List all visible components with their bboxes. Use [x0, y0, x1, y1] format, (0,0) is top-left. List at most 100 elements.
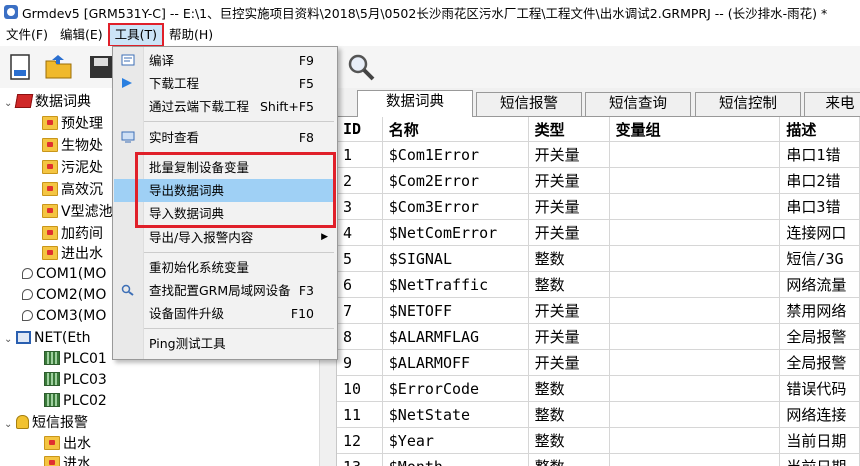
cell-description[interactable]: 当前日期 [779, 453, 860, 466]
cell-group[interactable] [609, 167, 781, 194]
cell-type[interactable]: 整数 [528, 245, 610, 272]
cell-group[interactable] [609, 141, 781, 168]
table-row[interactable]: 5 $SIGNAL 整数 短信/3G [337, 245, 860, 272]
table-row[interactable]: 12 $Year 整数 当前日期 [337, 427, 860, 454]
search-icon[interactable] [346, 52, 376, 82]
cell-name[interactable]: $NetState [382, 401, 529, 428]
cell-type[interactable]: 开关量 [528, 167, 610, 194]
cell-name[interactable]: $ALARMFLAG [382, 323, 529, 350]
menu-item-export-import-alarms[interactable]: 导出/导入报警内容 ▶ [114, 226, 336, 249]
cell-description[interactable]: 短信/3G [779, 245, 860, 272]
tab-sms-control[interactable]: 短信控制 [695, 92, 801, 116]
cell-group[interactable] [609, 193, 781, 220]
tree-item-data-dictionary[interactable]: ⌄ 数据词典 [4, 92, 91, 112]
menu-help[interactable]: 帮助(H) [163, 24, 219, 46]
cell-id[interactable]: 6 [337, 271, 383, 298]
collapse-arrow-icon[interactable]: ⌄ [4, 415, 16, 435]
cell-name[interactable]: $SIGNAL [382, 245, 529, 272]
tab-incoming-call[interactable]: 来电 [804, 92, 860, 116]
collapse-arrow-icon[interactable]: ⌄ [4, 330, 16, 350]
cell-description[interactable]: 错误代码 [779, 375, 860, 402]
new-file-icon[interactable] [6, 52, 36, 82]
menu-item-ping-tool[interactable]: Ping测试工具 [114, 332, 336, 355]
cell-group[interactable] [609, 453, 781, 466]
cell-description[interactable]: 连接网口 [779, 219, 860, 246]
column-header-name[interactable]: 名称 [382, 117, 529, 142]
menu-tools[interactable]: 工具(T) [107, 23, 165, 47]
cell-type[interactable]: 整数 [528, 271, 610, 298]
tree-item-com[interactable]: COM3(MO [22, 306, 106, 326]
cell-group[interactable] [609, 323, 781, 350]
cell-group[interactable] [609, 375, 781, 402]
cell-type[interactable]: 整数 [528, 375, 610, 402]
cell-description[interactable]: 禁用网络 [779, 297, 860, 324]
menu-item-download-project[interactable]: 下载工程 F5 [114, 72, 336, 95]
menu-item-cloud-download[interactable]: 通过云端下载工程 Shift+F5 [114, 95, 336, 118]
cell-id[interactable]: 7 [337, 297, 383, 324]
cell-id[interactable]: 9 [337, 349, 383, 376]
table-row[interactable]: 7 $NETOFF 开关量 禁用网络 [337, 297, 860, 324]
tree-item-com[interactable]: COM1(MO [22, 264, 106, 284]
cell-name[interactable]: $NetTraffic [382, 271, 529, 298]
table-row[interactable]: 8 $ALARMFLAG 开关量 全局报警 [337, 323, 860, 350]
cell-type[interactable]: 开关量 [528, 297, 610, 324]
cell-description[interactable]: 当前日期 [779, 427, 860, 454]
cell-id[interactable]: 1 [337, 141, 383, 168]
cell-type[interactable]: 整数 [528, 427, 610, 454]
cell-description[interactable]: 网络连接 [779, 401, 860, 428]
menu-item-realtime-view[interactable]: 实时查看 F8 [114, 126, 336, 149]
cell-group[interactable] [609, 297, 781, 324]
tree-item-net[interactable]: ⌄ NET(Eth [4, 328, 91, 348]
cell-description[interactable]: 全局报警 [779, 349, 860, 376]
cell-type[interactable]: 开关量 [528, 323, 610, 350]
tab-sms-query[interactable]: 短信查询 [585, 92, 691, 116]
cell-group[interactable] [609, 427, 781, 454]
cell-group[interactable] [609, 219, 781, 246]
column-header-group[interactable]: 变量组 [609, 117, 781, 142]
tree-folder[interactable]: 污泥处 [42, 158, 103, 178]
cell-group[interactable] [609, 349, 781, 376]
cell-id[interactable]: 5 [337, 245, 383, 272]
cell-description[interactable]: 网络流量 [779, 271, 860, 298]
cell-description[interactable]: 全局报警 [779, 323, 860, 350]
cell-id[interactable]: 11 [337, 401, 383, 428]
cell-name[interactable]: $Month [382, 453, 529, 466]
cell-group[interactable] [609, 245, 781, 272]
cell-name[interactable]: $Year [382, 427, 529, 454]
table-row[interactable]: 11 $NetState 整数 网络连接 [337, 401, 860, 428]
cell-name[interactable]: $ALARMOFF [382, 349, 529, 376]
cell-name[interactable]: $NetComError [382, 219, 529, 246]
table-row[interactable]: 1 $Com1Error 开关量 串口1错 [337, 141, 860, 168]
cell-id[interactable]: 13 [337, 453, 383, 466]
table-row[interactable]: 3 $Com3Error 开关量 串口3错 [337, 193, 860, 220]
column-header-type[interactable]: 类型 [528, 117, 610, 142]
cell-id[interactable]: 12 [337, 427, 383, 454]
open-folder-icon[interactable] [44, 52, 74, 82]
tree-folder[interactable]: 出水 [44, 434, 91, 454]
cell-name[interactable]: $Com1Error [382, 141, 529, 168]
tree-folder[interactable]: 进出水 [42, 244, 103, 264]
tree-item-sms-alarm[interactable]: ⌄ 短信报警 [4, 413, 88, 433]
tree-folder[interactable]: V型滤池 [42, 202, 113, 222]
cell-type[interactable]: 开关量 [528, 219, 610, 246]
cell-name[interactable]: $ErrorCode [382, 375, 529, 402]
table-row[interactable]: 2 $Com2Error 开关量 串口2错 [337, 167, 860, 194]
cell-id[interactable]: 8 [337, 323, 383, 350]
menu-file[interactable]: 文件(F) [0, 24, 54, 46]
cell-id[interactable]: 2 [337, 167, 383, 194]
table-row[interactable]: 13$Month整数 当前日期 [337, 453, 860, 466]
cell-group[interactable] [609, 401, 781, 428]
cell-id[interactable]: 3 [337, 193, 383, 220]
column-header-description[interactable]: 描述 [779, 117, 860, 142]
table-row[interactable]: 9 $ALARMOFF 开关量 全局报警 [337, 349, 860, 376]
tab-data-dictionary[interactable]: 数据词典 [357, 90, 473, 117]
cell-name[interactable]: $Com2Error [382, 167, 529, 194]
menu-item-find-lan-devices[interactable]: 查找配置GRM局域网设备 F3 [114, 279, 336, 302]
cell-name[interactable]: $NETOFF [382, 297, 529, 324]
column-header-id[interactable]: ID [337, 117, 383, 142]
menu-item-firmware-upgrade[interactable]: 设备固件升级 F10 [114, 302, 336, 325]
tree-item-plc[interactable]: PLC02 [44, 391, 107, 411]
cell-type[interactable]: 开关量 [528, 349, 610, 376]
tree-item-com[interactable]: COM2(MO [22, 285, 106, 305]
cell-group[interactable] [609, 271, 781, 298]
